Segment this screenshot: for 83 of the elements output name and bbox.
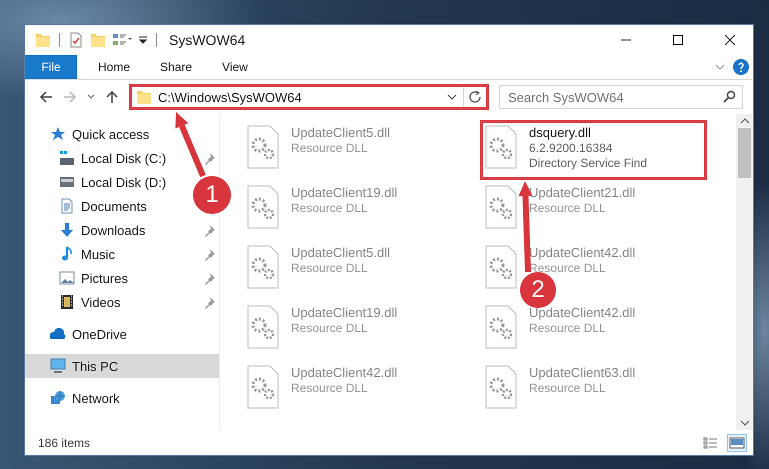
dll-file-icon[interactable] — [485, 125, 517, 169]
nav-item[interactable]: Music — [25, 242, 119, 266]
file-detail: Resource DLL — [291, 321, 369, 335]
new-folder-icon[interactable] — [90, 32, 106, 48]
nav-item[interactable]: This PC — [25, 354, 219, 378]
folder-icon — [136, 89, 152, 105]
dll-file-icon[interactable] — [485, 245, 517, 289]
nav-item[interactable]: Local Disk (D:) — [25, 170, 170, 194]
dll-file-icon[interactable] — [485, 305, 517, 349]
file-detail: Resource DLL — [291, 261, 369, 275]
item-count: 186 items — [38, 436, 92, 450]
list-icon — [703, 436, 719, 450]
dll-file-icon[interactable] — [247, 365, 279, 409]
view-options-icon[interactable] — [112, 32, 132, 48]
nav-item[interactable]: Documents — [25, 194, 151, 218]
pin-icon[interactable] — [204, 224, 217, 236]
dll-file-icon[interactable] — [247, 185, 279, 229]
drive-icon — [59, 150, 75, 166]
nav-item[interactable]: Quick access — [25, 122, 154, 146]
dropdown-caret-icon[interactable] — [447, 92, 457, 102]
file-detail: Resource DLL — [291, 381, 369, 395]
nav-item[interactable]: Local Disk (C:) — [25, 146, 170, 170]
file-detail: Resource DLL — [291, 141, 369, 155]
left-arrow-icon — [39, 90, 53, 104]
up-arrow-icon — [105, 90, 119, 104]
monitor-icon — [50, 358, 66, 374]
up-caret-icon — [740, 117, 750, 125]
ribbon-tab[interactable]: Share — [145, 55, 208, 79]
file-detail: Resource DLL — [291, 201, 369, 215]
refresh-icon — [468, 90, 482, 104]
network-icon — [50, 390, 66, 406]
nav-item[interactable]: OneDrive — [25, 322, 131, 346]
help-icon[interactable] — [733, 59, 749, 75]
ribbon-tab[interactable]: View — [207, 55, 263, 79]
file-name[interactable]: dsquery.dll — [529, 125, 648, 140]
music-note-icon — [59, 246, 75, 262]
pin-icon[interactable] — [204, 296, 217, 308]
pin-icon[interactable] — [204, 272, 217, 284]
dll-file-icon[interactable] — [247, 125, 279, 169]
search-icon[interactable] — [723, 90, 736, 103]
address-path: C:\Windows\SysWOW64 — [158, 90, 303, 104]
document-icon — [59, 198, 75, 214]
nav-item[interactable]: Pictures — [25, 266, 132, 290]
file-detail: Resource DLL — [529, 201, 607, 215]
film-icon — [59, 294, 75, 310]
close-icon — [724, 34, 736, 46]
properties-icon[interactable] — [68, 32, 84, 48]
dll-file-icon[interactable] — [485, 365, 517, 409]
step-number-badge: 1 — [193, 176, 231, 214]
right-arrow-icon — [63, 90, 77, 104]
file-detail: Resource DLL — [529, 381, 607, 395]
down-arrow-icon — [59, 222, 75, 238]
step-number-badge: 2 — [520, 272, 556, 308]
nav-item[interactable]: Videos — [25, 290, 125, 314]
folder-icon[interactable] — [35, 32, 51, 48]
file-menu-tab[interactable]: File — [25, 55, 77, 79]
dll-file-icon[interactable] — [247, 245, 279, 289]
ribbon-tab[interactable]: Home — [83, 55, 146, 79]
down-caret-icon — [740, 419, 750, 427]
scrollbar[interactable] — [736, 114, 753, 430]
file-detail: Resource DLL — [529, 321, 607, 335]
image-icon — [729, 436, 745, 450]
star-icon — [50, 126, 66, 142]
large-icons-view-button[interactable] — [727, 434, 747, 452]
pin-icon[interactable] — [204, 152, 217, 164]
pin-icon[interactable] — [204, 248, 217, 260]
maximize-icon — [672, 34, 684, 46]
nav-item[interactable]: Downloads — [25, 218, 150, 242]
dll-file-icon[interactable] — [247, 305, 279, 349]
file-detail: 6.2.9200.16384 — [529, 141, 614, 155]
file-item[interactable]: dsquery.dll 6.2.9200.16384 Directory Service Find — [480, 120, 707, 180]
file-detail: Directory Service Find — [529, 156, 648, 170]
address-bar[interactable]: C:\Windows\SysWOW64 — [129, 84, 489, 110]
cloud-icon — [50, 326, 66, 342]
drive-icon — [59, 174, 75, 190]
scroll-thumb[interactable] — [738, 128, 751, 178]
window-title: SysWOW64 — [169, 32, 246, 48]
expand-ribbon-icon[interactable] — [715, 62, 725, 72]
nav-item[interactable]: Network — [25, 386, 124, 410]
image-icon — [59, 270, 75, 286]
dll-file-icon[interactable] — [485, 185, 517, 229]
search-field[interactable]: Search SysWOW64 — [499, 85, 743, 109]
customize-toolbar-icon[interactable] — [138, 34, 148, 46]
